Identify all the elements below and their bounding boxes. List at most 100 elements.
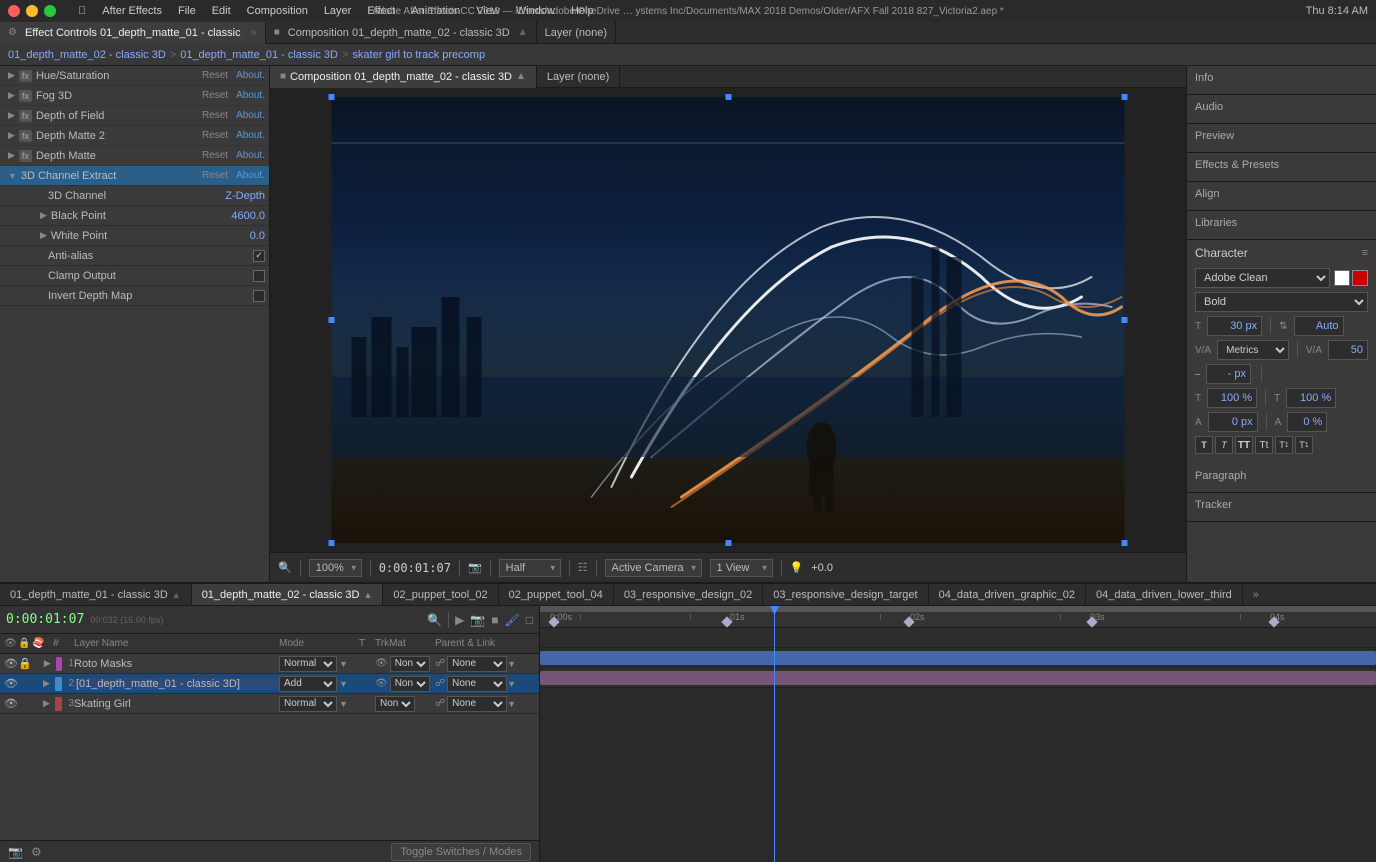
paint-icon[interactable]: 🖌 [505, 613, 520, 627]
minimize-button[interactable] [26, 5, 38, 17]
effects-presets-label[interactable]: Effects & Presets [1195, 159, 1279, 171]
tracker-label[interactable]: Tracker [1195, 499, 1232, 511]
effect-depth-field[interactable]: ▶ fx Depth of Field Reset About. [0, 106, 269, 126]
text-color-swatch[interactable] [1334, 270, 1350, 286]
about-channel-extract[interactable]: About. [236, 170, 265, 181]
about-fog3d[interactable]: About. [236, 90, 265, 101]
timeline-tab-5[interactable]: 03_responsive_design_target [763, 584, 928, 606]
reset-hue-sat[interactable]: Reset [202, 70, 228, 81]
checkbox-clamp[interactable] [253, 270, 265, 282]
format-superscript[interactable]: T1 [1275, 436, 1293, 454]
reset-depth-matte[interactable]: Reset [202, 150, 228, 161]
trkmat-select-3[interactable]: None [375, 696, 415, 712]
paragraph-label[interactable]: Paragraph [1195, 470, 1246, 482]
track-bar-2[interactable] [540, 651, 1376, 665]
format-italic[interactable]: T [1215, 436, 1233, 454]
menu-apple[interactable]:  [78, 5, 86, 17]
format-subscript[interactable]: T1 [1295, 436, 1313, 454]
kern-select[interactable]: Metrics [1217, 340, 1289, 360]
info-label[interactable]: Info [1195, 72, 1213, 84]
vert-scale-input[interactable] [1207, 388, 1257, 408]
eye-toggle-3[interactable]: 👁 [4, 697, 16, 710]
about-depth-matte2[interactable]: About. [236, 130, 265, 141]
effect-depth-matte2[interactable]: ▶ fx Depth Matte 2 Reset About. [0, 126, 269, 146]
format-small-caps[interactable]: Tt [1255, 436, 1273, 454]
zoom-select[interactable]: 100% 50% 200% [309, 559, 362, 577]
prop-3d-channel-value[interactable]: Z-Depth [225, 190, 265, 202]
layer-name-2[interactable]: [01_depth_matte_01 - classic 3D] [74, 678, 279, 690]
exposure-value[interactable]: +0.0 [811, 562, 833, 574]
eye-toggle-2[interactable]: 👁 [4, 677, 16, 690]
about-depth-matte[interactable]: About. [236, 150, 265, 161]
character-menu-icon[interactable]: ≡ [1362, 247, 1368, 259]
view-dropdown[interactable]: 1 View 2 Views [710, 559, 773, 577]
compose-icon[interactable]: ▶ [455, 613, 464, 627]
panel-tab-composition[interactable]: ■ Composition 01_depth_matte_02 - classi… [266, 22, 537, 44]
horiz-scale-input[interactable] [1286, 388, 1336, 408]
reset-channel-extract[interactable]: Reset [202, 170, 228, 181]
menu-file[interactable]: File [178, 5, 196, 17]
expand-toggle-3[interactable]: ▶ [43, 698, 53, 709]
viewer-tab-layer[interactable]: Layer (none) [537, 66, 620, 88]
font-family-select[interactable]: Adobe Clean [1195, 268, 1330, 288]
mode-select-2[interactable]: Add [279, 676, 337, 692]
libraries-label[interactable]: Libraries [1195, 217, 1237, 229]
camera-select[interactable]: Active Camera [605, 559, 702, 577]
close-button[interactable] [8, 5, 20, 17]
mask-icon[interactable]: □ [526, 613, 533, 627]
layer-name-1[interactable]: Roto Masks [74, 658, 279, 670]
trkmat-select-1[interactable]: None [390, 656, 430, 672]
parent-select-3[interactable]: None [447, 696, 507, 712]
camera-dropdown[interactable]: Active Camera [605, 559, 702, 577]
timeline-tab-1[interactable]: 01_depth_matte_02 - classic 3D ▲ [192, 584, 384, 606]
view-select[interactable]: 1 View 2 Views [710, 559, 773, 577]
resolution-dropdown[interactable]: Half Full Quarter [499, 559, 561, 577]
stroke-color-swatch[interactable] [1352, 270, 1368, 286]
menu-edit[interactable]: Edit [212, 5, 231, 17]
new-layer-icon[interactable]: 📷 [8, 845, 23, 859]
baseline-input[interactable] [1208, 412, 1258, 432]
eye-toggle-1[interactable]: 👁 [4, 657, 16, 670]
settings-icon[interactable]: ⚙ [31, 845, 42, 859]
mode-select-1[interactable]: Normal [279, 656, 337, 672]
timeline-tab-3[interactable]: 02_puppet_tool_04 [499, 584, 614, 606]
reset-depth-field[interactable]: Reset [202, 110, 228, 121]
menu-layer[interactable]: Layer [324, 5, 352, 17]
about-depth-field[interactable]: About. [236, 110, 265, 121]
checkbox-invert[interactable] [253, 290, 265, 302]
expand-toggle-1[interactable]: ▶ [44, 658, 54, 669]
track-bar-3[interactable] [540, 671, 1376, 685]
timeline-tab-2[interactable]: 02_puppet_tool_02 [383, 584, 498, 606]
effect-fog3d[interactable]: ▶ fx Fog 3D Reset About. [0, 86, 269, 106]
align-label[interactable]: Align [1195, 188, 1219, 200]
format-bold[interactable]: T [1195, 436, 1213, 454]
mode-select-3[interactable]: Normal [279, 696, 337, 712]
parent-select-1[interactable]: None [447, 656, 507, 672]
breadcrumb-item-2[interactable]: 01_depth_matte_01 - classic 3D [180, 49, 338, 61]
more-tabs-button[interactable]: » [1247, 589, 1265, 601]
stroke-width-input[interactable] [1206, 364, 1251, 384]
parent-select-2[interactable]: None [447, 676, 507, 692]
resolution-select[interactable]: Half Full Quarter [499, 559, 561, 577]
expand-toggle-2[interactable]: ▶ [43, 678, 53, 689]
timeline-tab-6[interactable]: 04_data_driven_graphic_02 [929, 584, 1086, 606]
tsume-input[interactable] [1287, 412, 1327, 432]
playhead[interactable] [774, 606, 775, 862]
zoom-dropdown[interactable]: 100% 50% 200% [309, 559, 362, 577]
viewer-canvas[interactable] [332, 97, 1125, 543]
timeline-tab-7[interactable]: 04_data_driven_lower_third [1086, 584, 1243, 606]
search-icon[interactable]: 🔍 [427, 613, 442, 627]
toggle-switches-btn[interactable]: Toggle Switches / Modes [391, 843, 531, 861]
breadcrumb-item-1[interactable]: 01_depth_matte_02 - classic 3D [8, 49, 166, 61]
checkbox-antialias[interactable] [253, 250, 265, 262]
effect-hue-saturation[interactable]: ▶ fx Hue/Saturation Reset About. [0, 66, 269, 86]
maximize-button[interactable] [44, 5, 56, 17]
timeline-track-area[interactable]: 0:00s 01s 02s 03s 04s [540, 606, 1376, 862]
prop-white-point-value[interactable]: 0.0 [250, 230, 265, 242]
reset-depth-matte2[interactable]: Reset [202, 130, 228, 141]
panel-tab-layer[interactable]: Layer (none) [537, 22, 616, 44]
format-all-caps[interactable]: TT [1235, 436, 1253, 454]
timeline-tab-4[interactable]: 03_responsive_design_02 [614, 584, 763, 606]
current-time-display[interactable]: 0:00:01:07 [6, 612, 84, 627]
layer-name-3[interactable]: Skating Girl [74, 698, 279, 710]
